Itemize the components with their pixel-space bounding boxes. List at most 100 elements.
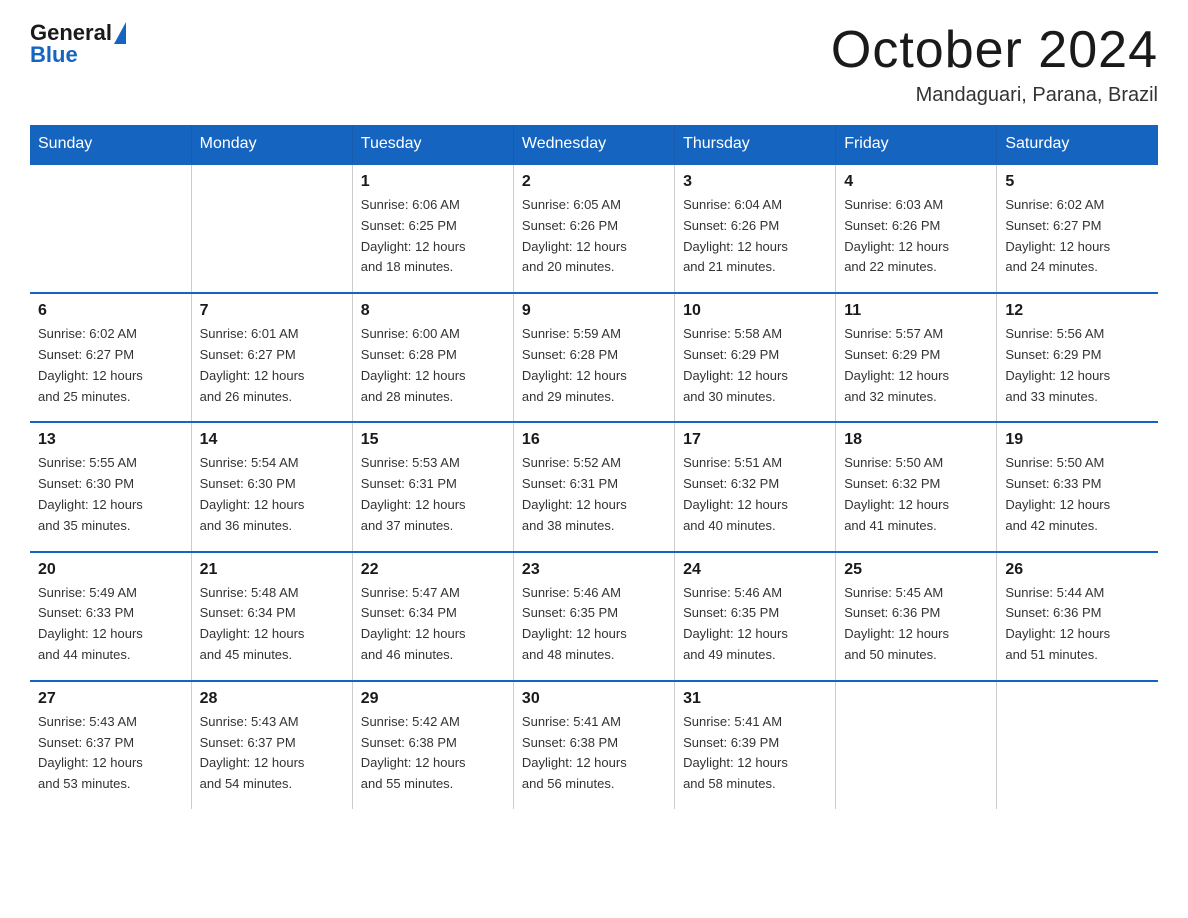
logo-text: General Blue — [30, 20, 126, 68]
day-number: 12 — [1005, 302, 1150, 320]
day-info: Sunrise: 5:45 AMSunset: 6:36 PMDaylight:… — [844, 583, 988, 666]
header-row: SundayMondayTuesdayWednesdayThursdayFrid… — [30, 125, 1158, 164]
day-number: 28 — [200, 690, 344, 708]
day-number: 4 — [844, 173, 988, 191]
header-cell-tuesday: Tuesday — [352, 125, 513, 164]
day-info: Sunrise: 5:46 AMSunset: 6:35 PMDaylight:… — [683, 583, 827, 666]
day-info: Sunrise: 5:41 AMSunset: 6:38 PMDaylight:… — [522, 712, 666, 795]
day-info: Sunrise: 5:59 AMSunset: 6:28 PMDaylight:… — [522, 324, 666, 407]
day-cell: 19 Sunrise: 5:50 AMSunset: 6:33 PMDayligh… — [997, 422, 1158, 551]
day-number: 19 — [1005, 431, 1150, 449]
day-info: Sunrise: 5:43 AMSunset: 6:37 PMDaylight:… — [200, 712, 344, 795]
day-cell: 13 Sunrise: 5:55 AMSunset: 6:30 PMDayligh… — [30, 422, 191, 551]
title-block: October 2024 Mandaguari, Parana, Brazil — [831, 20, 1158, 107]
day-cell: 22 Sunrise: 5:47 AMSunset: 6:34 PMDayligh… — [352, 552, 513, 681]
day-cell: 15Sunrise: 5:53 AMSunset: 6:31 PMDayligh… — [352, 422, 513, 551]
day-cell: 10Sunrise: 5:58 AMSunset: 6:29 PMDayligh… — [675, 293, 836, 422]
page-header: General Blue October 2024 Mandaguari, Pa… — [30, 20, 1158, 107]
day-cell: 6Sunrise: 6:02 AMSunset: 6:27 PMDaylight… — [30, 293, 191, 422]
header-cell-friday: Friday — [836, 125, 997, 164]
day-number: 2 — [522, 173, 666, 191]
day-number: 14 — [200, 431, 344, 449]
day-cell: 30 Sunrise: 5:41 AMSunset: 6:38 PMDayligh… — [513, 681, 674, 809]
day-number: 23 — [522, 561, 666, 579]
day-info: Sunrise: 5:48 AMSunset: 6:34 PMDaylight:… — [200, 583, 344, 666]
header-cell-sunday: Sunday — [30, 125, 191, 164]
day-info: Sunrise: 6:04 AMSunset: 6:26 PMDaylight:… — [683, 195, 827, 278]
day-info: Sunrise: 5:53 AMSunset: 6:31 PMDaylight:… — [361, 453, 505, 536]
day-number: 16 — [522, 431, 666, 449]
day-cell: 26 Sunrise: 5:44 AMSunset: 6:36 PMDayligh… — [997, 552, 1158, 681]
day-info: Sunrise: 5:55 AMSunset: 6:30 PMDaylight:… — [38, 453, 183, 536]
day-number: 7 — [200, 302, 344, 320]
day-cell: 18 Sunrise: 5:50 AMSunset: 6:32 PMDayligh… — [836, 422, 997, 551]
day-info: Sunrise: 5:51 AMSunset: 6:32 PMDaylight:… — [683, 453, 827, 536]
day-cell: 21 Sunrise: 5:48 AMSunset: 6:34 PMDayligh… — [191, 552, 352, 681]
day-cell — [30, 164, 191, 293]
day-number: 29 — [361, 690, 505, 708]
day-cell — [836, 681, 997, 809]
day-info: Sunrise: 5:50 AMSunset: 6:33 PMDaylight:… — [1005, 453, 1150, 536]
day-cell: 2 Sunrise: 6:05 AMSunset: 6:26 PMDaylight… — [513, 164, 674, 293]
day-cell — [191, 164, 352, 293]
day-cell: 29Sunrise: 5:42 AMSunset: 6:38 PMDayligh… — [352, 681, 513, 809]
day-number: 11 — [844, 302, 988, 320]
header-cell-monday: Monday — [191, 125, 352, 164]
day-number: 21 — [200, 561, 344, 579]
day-cell: 3 Sunrise: 6:04 AMSunset: 6:26 PMDaylight… — [675, 164, 836, 293]
week-row-1: 1Sunrise: 6:06 AMSunset: 6:25 PMDaylight… — [30, 164, 1158, 293]
day-number: 13 — [38, 431, 183, 449]
header-cell-thursday: Thursday — [675, 125, 836, 164]
day-cell: 1Sunrise: 6:06 AMSunset: 6:25 PMDaylight… — [352, 164, 513, 293]
day-info: Sunrise: 5:50 AMSunset: 6:32 PMDaylight:… — [844, 453, 988, 536]
day-number: 25 — [844, 561, 988, 579]
day-cell: 9Sunrise: 5:59 AMSunset: 6:28 PMDaylight… — [513, 293, 674, 422]
day-number: 3 — [683, 173, 827, 191]
day-info: Sunrise: 5:46 AMSunset: 6:35 PMDaylight:… — [522, 583, 666, 666]
day-info: Sunrise: 6:02 AMSunset: 6:27 PMDaylight:… — [1005, 195, 1150, 278]
day-number: 6 — [38, 302, 183, 320]
day-cell: 14 Sunrise: 5:54 AMSunset: 6:30 PMDayligh… — [191, 422, 352, 551]
logo: General Blue — [30, 20, 126, 68]
day-cell: 11Sunrise: 5:57 AMSunset: 6:29 PMDayligh… — [836, 293, 997, 422]
week-row-3: 13 Sunrise: 5:55 AMSunset: 6:30 PMDayligh… — [30, 422, 1158, 551]
week-row-5: 27 Sunrise: 5:43 AMSunset: 6:37 PMDayligh… — [30, 681, 1158, 809]
day-number: 8 — [361, 302, 505, 320]
day-number: 22 — [361, 561, 505, 579]
day-cell: 17 Sunrise: 5:51 AMSunset: 6:32 PMDayligh… — [675, 422, 836, 551]
day-number: 26 — [1005, 561, 1150, 579]
header-cell-wednesday: Wednesday — [513, 125, 674, 164]
day-info: Sunrise: 6:05 AMSunset: 6:26 PMDaylight:… — [522, 195, 666, 278]
day-info: Sunrise: 6:03 AMSunset: 6:26 PMDaylight:… — [844, 195, 988, 278]
day-cell: 12Sunrise: 5:56 AMSunset: 6:29 PMDayligh… — [997, 293, 1158, 422]
day-info: Sunrise: 6:01 AMSunset: 6:27 PMDaylight:… — [200, 324, 344, 407]
day-info: Sunrise: 5:44 AMSunset: 6:36 PMDaylight:… — [1005, 583, 1150, 666]
day-cell: 5 Sunrise: 6:02 AMSunset: 6:27 PMDaylight… — [997, 164, 1158, 293]
day-cell: 31Sunrise: 5:41 AMSunset: 6:39 PMDayligh… — [675, 681, 836, 809]
day-cell: 27 Sunrise: 5:43 AMSunset: 6:37 PMDayligh… — [30, 681, 191, 809]
day-cell: 7 Sunrise: 6:01 AMSunset: 6:27 PMDaylight… — [191, 293, 352, 422]
day-number: 30 — [522, 690, 666, 708]
day-cell: 25 Sunrise: 5:45 AMSunset: 6:36 PMDayligh… — [836, 552, 997, 681]
day-number: 27 — [38, 690, 183, 708]
calendar-subtitle: Mandaguari, Parana, Brazil — [831, 84, 1158, 107]
day-info: Sunrise: 5:49 AMSunset: 6:33 PMDaylight:… — [38, 583, 183, 666]
day-info: Sunrise: 5:43 AMSunset: 6:37 PMDaylight:… — [38, 712, 183, 795]
day-cell: 16 Sunrise: 5:52 AMSunset: 6:31 PMDayligh… — [513, 422, 674, 551]
day-number: 20 — [38, 561, 183, 579]
day-cell: 20 Sunrise: 5:49 AMSunset: 6:33 PMDayligh… — [30, 552, 191, 681]
day-cell: 24Sunrise: 5:46 AMSunset: 6:35 PMDayligh… — [675, 552, 836, 681]
day-number: 5 — [1005, 173, 1150, 191]
day-info: Sunrise: 5:47 AMSunset: 6:34 PMDaylight:… — [361, 583, 505, 666]
calendar-table: SundayMondayTuesdayWednesdayThursdayFrid… — [30, 125, 1158, 809]
calendar-title: October 2024 — [831, 20, 1158, 80]
day-number: 31 — [683, 690, 827, 708]
day-info: Sunrise: 5:54 AMSunset: 6:30 PMDaylight:… — [200, 453, 344, 536]
day-number: 18 — [844, 431, 988, 449]
day-info: Sunrise: 6:06 AMSunset: 6:25 PMDaylight:… — [361, 195, 505, 278]
day-info: Sunrise: 5:52 AMSunset: 6:31 PMDaylight:… — [522, 453, 666, 536]
day-cell: 28 Sunrise: 5:43 AMSunset: 6:37 PMDayligh… — [191, 681, 352, 809]
day-number: 17 — [683, 431, 827, 449]
week-row-4: 20 Sunrise: 5:49 AMSunset: 6:33 PMDayligh… — [30, 552, 1158, 681]
logo-triangle-icon — [114, 22, 126, 44]
